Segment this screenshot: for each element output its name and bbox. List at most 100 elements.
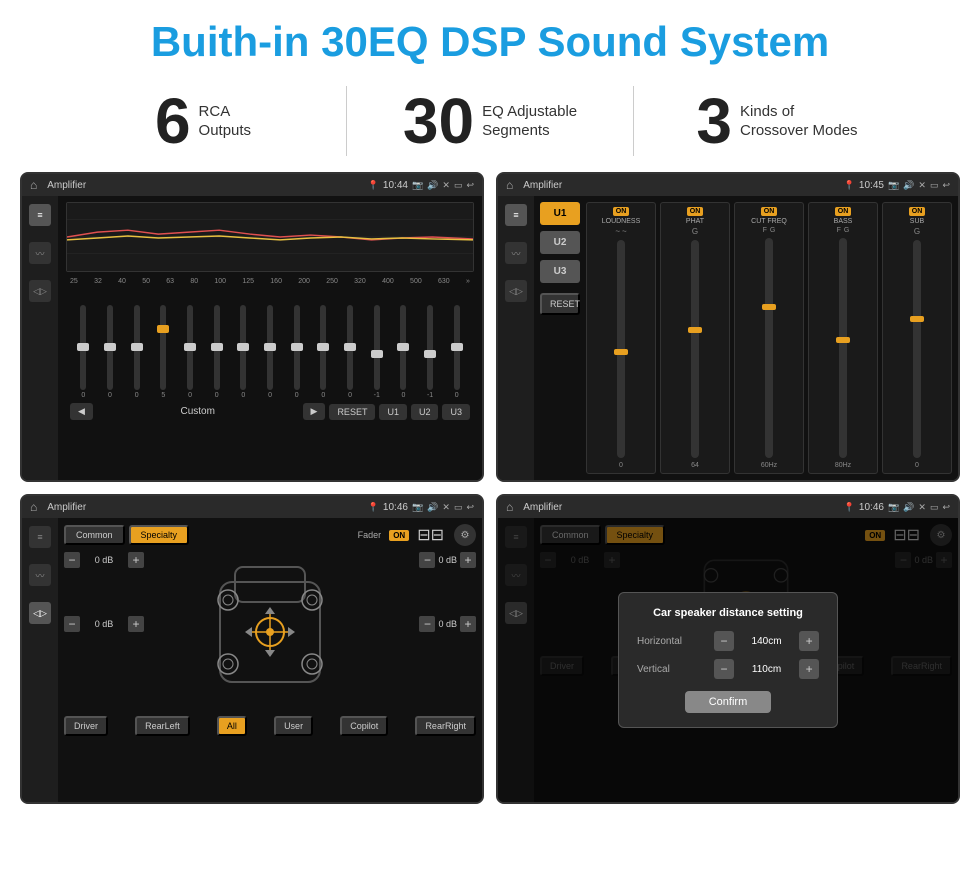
user-button[interactable]: User bbox=[274, 716, 313, 736]
sub-slider[interactable] bbox=[913, 240, 921, 458]
home-icon-3[interactable]: ⌂ bbox=[30, 500, 37, 514]
loudness-slider[interactable] bbox=[617, 240, 625, 458]
preset-u2[interactable]: U2 bbox=[540, 231, 580, 254]
camera-icon-4: 📷 bbox=[888, 502, 899, 513]
vol-val-fr: 0 dB bbox=[438, 555, 457, 565]
vertical-plus[interactable]: + bbox=[799, 659, 819, 679]
status-icons-3: 📍 10:46 📷 🔊 ✕ ▭ ↩ bbox=[368, 502, 474, 513]
screen-eq: ⌂ Amplifier 📍 10:44 📷 🔊 ✕ ▭ ↩ ≡ 〰 ◁▷ bbox=[20, 172, 484, 482]
horizontal-minus[interactable]: − bbox=[714, 631, 734, 651]
wave-icon-2[interactable]: 〰 bbox=[505, 242, 527, 264]
eq-slider-2: 0 bbox=[123, 305, 150, 399]
speaker-icon[interactable]: ◁▷ bbox=[29, 280, 51, 302]
eq-reset-button[interactable]: RESET bbox=[329, 404, 375, 420]
location-icon-2: 📍 bbox=[844, 180, 855, 191]
eq-next-button[interactable]: ▶ bbox=[303, 403, 326, 420]
eq-slider-1: 0 bbox=[97, 305, 124, 399]
close-icon-4: ✕ bbox=[918, 502, 926, 513]
eq-u3-button[interactable]: U3 bbox=[442, 404, 470, 420]
driver-button[interactable]: Driver bbox=[64, 716, 108, 736]
eq-icon-3[interactable]: ≡ bbox=[29, 526, 51, 548]
speaker-main: Common Specialty Fader ON ⊟⊟ ⚙ − 0 dB + bbox=[58, 518, 482, 802]
vol-control-rl: − 0 dB + bbox=[64, 616, 144, 632]
volume-icon: 🔊 bbox=[427, 180, 438, 191]
vol-minus-fr[interactable]: − bbox=[419, 552, 435, 568]
sidebar-1: ≡ 〰 ◁▷ bbox=[22, 196, 58, 480]
stat-crossover-text: Kinds ofCrossover Modes bbox=[740, 102, 858, 141]
sidebar-3: ≡ 〰 ◁▷ bbox=[22, 518, 58, 802]
all-button[interactable]: All bbox=[217, 716, 247, 736]
eq-controls: ◀ Custom ▶ RESET U1 U2 U3 bbox=[66, 399, 474, 420]
fader-slider-icon: ⊟⊟ bbox=[417, 525, 444, 545]
eq-slider-12: 0 bbox=[390, 305, 417, 399]
volume-icon-2: 🔊 bbox=[903, 180, 914, 191]
rear-right-button[interactable]: RearRight bbox=[415, 716, 476, 736]
phat-slider[interactable] bbox=[691, 240, 699, 458]
status-icons-1: 📍 10:44 📷 🔊 ✕ ▭ ↩ bbox=[368, 180, 474, 191]
eq-sliders: 0 0 0 5 0 bbox=[66, 289, 474, 399]
eq-slider-11: -1 bbox=[363, 305, 390, 399]
status-bar-4: ⌂ Amplifier 📍 10:46 📷 🔊 ✕ ▭ ↩ bbox=[498, 496, 958, 518]
home-icon-4[interactable]: ⌂ bbox=[506, 500, 513, 514]
speaker-layout: − 0 dB + − 0 dB + bbox=[64, 552, 476, 712]
vertical-value: 110cm bbox=[742, 664, 791, 675]
eq-slider-13: -1 bbox=[417, 305, 444, 399]
vertical-minus[interactable]: − bbox=[714, 659, 734, 679]
vol-minus-rr[interactable]: − bbox=[419, 616, 435, 632]
speaker-icon-2[interactable]: ◁▷ bbox=[505, 280, 527, 302]
cutfreq-slider[interactable] bbox=[765, 238, 773, 458]
vol-plus-fl[interactable]: + bbox=[128, 552, 144, 568]
eq-icon-2[interactable]: ≡ bbox=[505, 204, 527, 226]
eq-slider-10: 0 bbox=[337, 305, 364, 399]
bass-slider[interactable] bbox=[839, 238, 847, 458]
location-icon: 📍 bbox=[368, 180, 379, 191]
preset-u3[interactable]: U3 bbox=[540, 260, 580, 283]
status-bar-3: ⌂ Amplifier 📍 10:46 📷 🔊 ✕ ▭ ↩ bbox=[22, 496, 482, 518]
home-icon[interactable]: ⌂ bbox=[30, 178, 37, 192]
eq-u1-button[interactable]: U1 bbox=[379, 404, 407, 420]
horizontal-label: Horizontal bbox=[637, 636, 706, 647]
stats-row: 6 RCAOutputs 30 EQ AdjustableSegments 3 … bbox=[0, 76, 980, 172]
eq-slider-5: 0 bbox=[203, 305, 230, 399]
left-volume-controls: − 0 dB + − 0 dB + bbox=[64, 552, 144, 712]
eq-slider-14: 0 bbox=[443, 305, 470, 399]
home-icon-2[interactable]: ⌂ bbox=[506, 178, 513, 192]
camera-icon-3: 📷 bbox=[412, 502, 423, 513]
screen-speaker: ⌂ Amplifier 📍 10:46 📷 🔊 ✕ ▭ ↩ ≡ 〰 ◁▷ Com… bbox=[20, 494, 484, 804]
screen-content-1: ≡ 〰 ◁▷ bbox=[22, 196, 482, 480]
vol-val-rr: 0 dB bbox=[438, 619, 457, 629]
speaker-icon-3[interactable]: ◁▷ bbox=[29, 602, 51, 624]
channel-phat: ON PHAT G 64 bbox=[660, 202, 730, 474]
eq-u2-button[interactable]: U2 bbox=[411, 404, 439, 420]
eq-prev-button[interactable]: ◀ bbox=[70, 403, 93, 420]
eq-slider-0: 0 bbox=[70, 305, 97, 399]
horizontal-plus[interactable]: + bbox=[799, 631, 819, 651]
confirm-button[interactable]: Confirm bbox=[685, 691, 772, 713]
dialog-row-horizontal: Horizontal − 140cm + bbox=[637, 631, 819, 651]
vol-plus-fr[interactable]: + bbox=[460, 552, 476, 568]
vol-minus-fl[interactable]: − bbox=[64, 552, 80, 568]
vol-plus-rl[interactable]: + bbox=[128, 616, 144, 632]
status-title-4: Amplifier bbox=[523, 502, 837, 513]
status-time-1: 10:44 bbox=[383, 180, 408, 191]
settings-icon-3[interactable]: ⚙ bbox=[454, 524, 476, 546]
eq-chart bbox=[66, 202, 474, 272]
rear-left-button[interactable]: RearLeft bbox=[135, 716, 190, 736]
tab-specialty[interactable]: Specialty bbox=[129, 525, 190, 545]
amp-reset-button[interactable]: RESET bbox=[540, 293, 580, 315]
bass-label: BASS bbox=[834, 218, 853, 225]
preset-u1[interactable]: U1 bbox=[540, 202, 580, 225]
screen-content-3: ≡ 〰 ◁▷ Common Specialty Fader ON ⊟⊟ ⚙ bbox=[22, 518, 482, 802]
back-icon: ↩ bbox=[466, 180, 474, 191]
wave-icon-3[interactable]: 〰 bbox=[29, 564, 51, 586]
status-time-3: 10:46 bbox=[383, 502, 408, 513]
wave-icon[interactable]: 〰 bbox=[29, 242, 51, 264]
copilot-button[interactable]: Copilot bbox=[340, 716, 388, 736]
loudness-on: ON bbox=[613, 207, 630, 216]
vol-plus-rr[interactable]: + bbox=[460, 616, 476, 632]
eq-icon[interactable]: ≡ bbox=[29, 204, 51, 226]
status-time-4: 10:46 bbox=[859, 502, 884, 513]
tab-common[interactable]: Common bbox=[64, 525, 125, 545]
vol-control-fl: − 0 dB + bbox=[64, 552, 144, 568]
vol-minus-rl[interactable]: − bbox=[64, 616, 80, 632]
